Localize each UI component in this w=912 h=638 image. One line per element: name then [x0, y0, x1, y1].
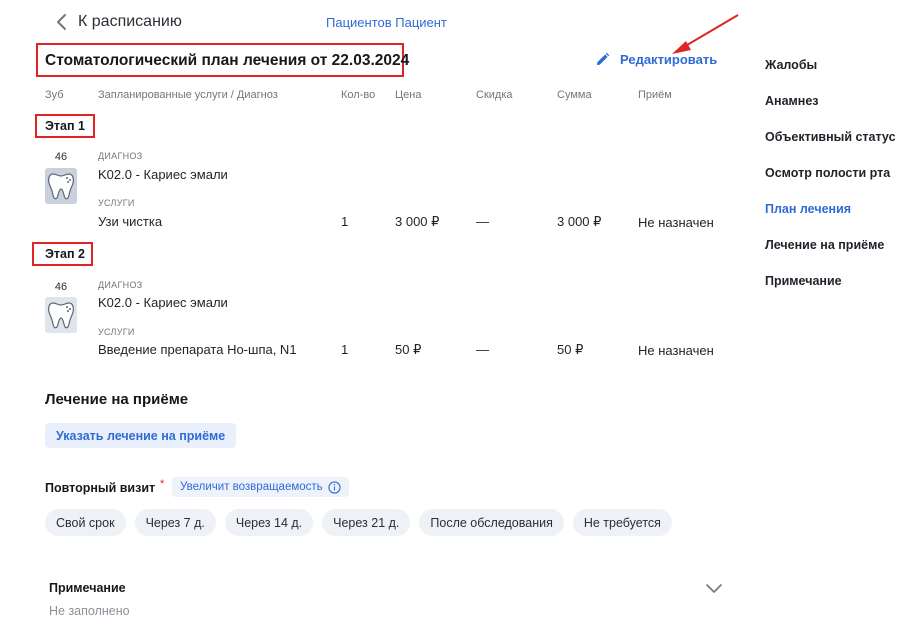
- col-tooth: Зуб: [45, 89, 64, 101]
- service-name: Узи чистка: [98, 214, 163, 229]
- plan-title: Стоматологический план лечения от 22.03.…: [45, 52, 410, 69]
- sidebar-item-objective-status[interactable]: Объективный статус: [765, 130, 896, 144]
- info-icon[interactable]: [328, 480, 341, 494]
- tooth-icon[interactable]: [45, 168, 77, 204]
- tooth-icon[interactable]: [45, 297, 77, 333]
- col-discount: Скидка: [476, 89, 513, 101]
- note-value: Не заполнено: [49, 604, 130, 618]
- service-qty: 1: [341, 342, 349, 357]
- col-sum: Сумма: [557, 89, 592, 101]
- sidebar-item-oral-exam[interactable]: Осмотр полости рта: [765, 166, 890, 180]
- revisit-option[interactable]: Через 21 д.: [322, 509, 411, 536]
- revisit-option[interactable]: Свой срок: [45, 509, 126, 536]
- service-name: Введение препарата Но-шпа, N1: [98, 342, 297, 357]
- service-sum: 3 000 ₽: [557, 214, 602, 229]
- revisit-option[interactable]: Через 7 д.: [134, 509, 216, 536]
- sidebar-item-treatment-plan[interactable]: План лечения: [765, 202, 851, 216]
- chevron-down-icon[interactable]: [705, 581, 723, 595]
- col-qty: Кол-во: [341, 89, 376, 101]
- diagnosis-value: K02.0 - Кариес эмали: [98, 167, 228, 182]
- revisit-hint-badge: Увеличит возвращаемость: [172, 477, 349, 497]
- col-price: Цена: [395, 89, 422, 101]
- revisit-option[interactable]: Через 14 д.: [224, 509, 314, 536]
- col-appointment: Приём: [638, 89, 672, 101]
- revisit-options: Свой срок Через 7 д. Через 14 д. Через 2…: [45, 509, 672, 536]
- tooth-number: 46: [54, 151, 68, 163]
- revisit-option[interactable]: После обследования: [419, 509, 564, 536]
- diagnosis-label: ДИАГНОЗ: [98, 280, 143, 290]
- treatment-title: Лечение на приёме: [45, 391, 189, 408]
- patient-link[interactable]: Пациентов Пациент: [326, 15, 447, 30]
- revisit-hint-text: Увеличит возвращаемость: [180, 481, 323, 493]
- back-label: К расписанию: [78, 13, 182, 30]
- chevron-left-icon: [57, 14, 66, 30]
- service-discount: —: [476, 342, 489, 357]
- sidebar-item-note[interactable]: Примечание: [765, 274, 842, 288]
- specify-treatment-button[interactable]: Указать лечение на приёме: [45, 423, 237, 448]
- services-label: УСЛУГИ: [98, 327, 135, 337]
- note-title[interactable]: Примечание: [49, 581, 126, 595]
- pencil-icon: [596, 52, 610, 66]
- diagnosis-label: ДИАГНОЗ: [98, 151, 143, 161]
- sidebar-item-treatment[interactable]: Лечение на приёме: [765, 238, 884, 252]
- annotation-arrow: [672, 14, 739, 54]
- sidebar-item-anamnesis[interactable]: Анамнез: [765, 94, 819, 108]
- tooth-number: 46: [54, 281, 68, 293]
- sidebar-item-complaints[interactable]: Жалобы: [765, 58, 817, 72]
- required-mark: *: [160, 478, 165, 490]
- back-link[interactable]: К расписанию: [56, 13, 182, 31]
- diagnosis-value: K02.0 - Кариес эмали: [98, 295, 228, 310]
- revisit-option[interactable]: Не требуется: [572, 509, 672, 536]
- col-services: Запланированные услуги / Диагноз: [98, 89, 278, 101]
- revisit-label: Повторный визит: [45, 481, 156, 495]
- service-appointment: Не назначен: [638, 215, 714, 230]
- service-qty: 1: [341, 214, 349, 229]
- service-price: 50 ₽: [395, 342, 422, 357]
- services-label: УСЛУГИ: [98, 198, 135, 208]
- stage-label: Этап 1: [45, 119, 85, 133]
- service-appointment: Не назначен: [638, 343, 714, 358]
- service-price: 3 000 ₽: [395, 214, 440, 229]
- stage-label: Этап 2: [45, 247, 85, 261]
- service-sum: 50 ₽: [557, 342, 584, 357]
- service-discount: —: [476, 214, 489, 229]
